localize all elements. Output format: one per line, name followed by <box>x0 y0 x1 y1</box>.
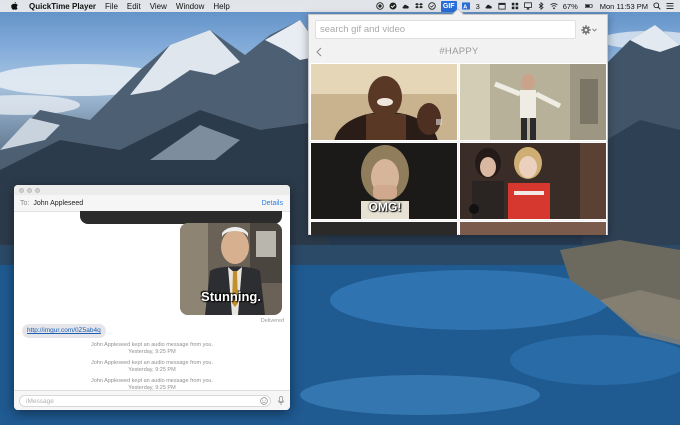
spotlight-search-icon[interactable] <box>653 2 661 10</box>
app-menu[interactable]: QuickTime Player <box>29 2 96 11</box>
audio-kept-notice: John Appleseed kept an audio message fro… <box>14 360 290 374</box>
cloud-icon[interactable] <box>485 2 493 10</box>
emoji-icon[interactable] <box>260 397 268 405</box>
gif-search-input[interactable] <box>315 20 576 39</box>
gif-thumbnail[interactable] <box>459 63 607 141</box>
microphone-icon[interactable] <box>277 396 285 406</box>
compose-bar <box>14 390 290 410</box>
menu-bar: QuickTime Player File Edit View Window H… <box>0 0 680 12</box>
chevron-down-icon <box>592 28 597 32</box>
delivered-status: Delivered <box>260 318 284 324</box>
window-titlebar[interactable] <box>14 185 290 195</box>
details-button[interactable]: Details <box>262 200 283 207</box>
minimize-button[interactable] <box>27 188 32 193</box>
battery-percent: 67% <box>562 1 578 11</box>
notification-count: 3 <box>475 1 480 11</box>
gif-thumbnail[interactable] <box>459 221 607 235</box>
image-caption: Stunning. <box>201 289 261 304</box>
gif-caption-omg: OMG! <box>368 200 402 214</box>
checkmark-icon[interactable] <box>389 2 397 10</box>
link-message-bubble[interactable]: http://imgur.com/0Z5ab4q <box>22 324 106 338</box>
window-menu[interactable]: Window <box>176 2 204 11</box>
gif-thumbnail[interactable] <box>310 221 458 235</box>
edit-menu[interactable]: Edit <box>127 2 141 11</box>
notice-text: John Appleseed kept an audio message fro… <box>91 378 213 384</box>
recipient-name[interactable]: John Appleseed <box>33 200 83 207</box>
conversation-transcript: Stunning. Delivered http://imgur.com/0Z5… <box>14 211 290 391</box>
to-label: To: <box>20 199 30 207</box>
gif-thumbnail[interactable]: OMG! <box>310 142 458 220</box>
cloud-upload-icon[interactable] <box>402 2 410 10</box>
status-menu-area: GIF A 3 67% Mon 11:53 PM <box>376 0 674 12</box>
settings-button[interactable] <box>581 24 597 36</box>
notification-center-icon[interactable] <box>666 2 674 10</box>
record-icon[interactable] <box>376 2 384 10</box>
airplay-icon[interactable] <box>523 2 532 10</box>
gear-icon <box>581 25 591 35</box>
gif-thumbnail[interactable] <box>459 142 607 220</box>
gif-tag-title: #HAPPY <box>439 46 479 57</box>
help-menu[interactable]: Help <box>213 2 229 11</box>
dropbox-icon[interactable] <box>414 2 423 10</box>
zoom-button[interactable] <box>35 188 40 193</box>
menu-clock[interactable]: Mon 11:53 PM <box>600 2 648 11</box>
notice-timestamp: Yesterday, 9:25 PM <box>128 367 176 373</box>
calendar-icon[interactable] <box>498 2 506 10</box>
recipient-bar: To: John Appleseed Details <box>14 195 290 212</box>
shield-check-icon[interactable] <box>428 2 436 10</box>
image-message-bubble[interactable]: Stunning. <box>180 223 282 315</box>
audio-kept-notice: John Appleseed kept an audio message fro… <box>14 342 290 356</box>
text-expander-icon[interactable]: A <box>462 2 471 10</box>
close-button[interactable] <box>19 188 24 193</box>
notice-text: John Appleseed kept an audio message fro… <box>91 342 213 348</box>
grid-icon[interactable] <box>511 2 519 10</box>
gif-results-grid: OMG! <box>310 63 608 235</box>
notice-text: John Appleseed kept an audio message fro… <box>91 360 213 366</box>
messages-window: To: John Appleseed Details Stunning. Del… <box>14 185 290 410</box>
notice-timestamp: Yesterday, 9:25 PM <box>128 349 176 355</box>
gif-thumbnail[interactable] <box>310 63 458 141</box>
battery-icon[interactable] <box>583 2 595 10</box>
apple-menu-icon[interactable] <box>9 2 19 10</box>
gif-menu-button[interactable]: GIF <box>440 0 457 12</box>
wifi-icon[interactable] <box>549 2 558 10</box>
view-menu[interactable]: View <box>150 2 167 11</box>
gif-search-popover: #HAPPY <box>308 8 608 235</box>
imessage-input[interactable] <box>19 395 271 407</box>
bluetooth-icon[interactable] <box>537 2 545 10</box>
file-menu[interactable]: File <box>105 2 118 11</box>
